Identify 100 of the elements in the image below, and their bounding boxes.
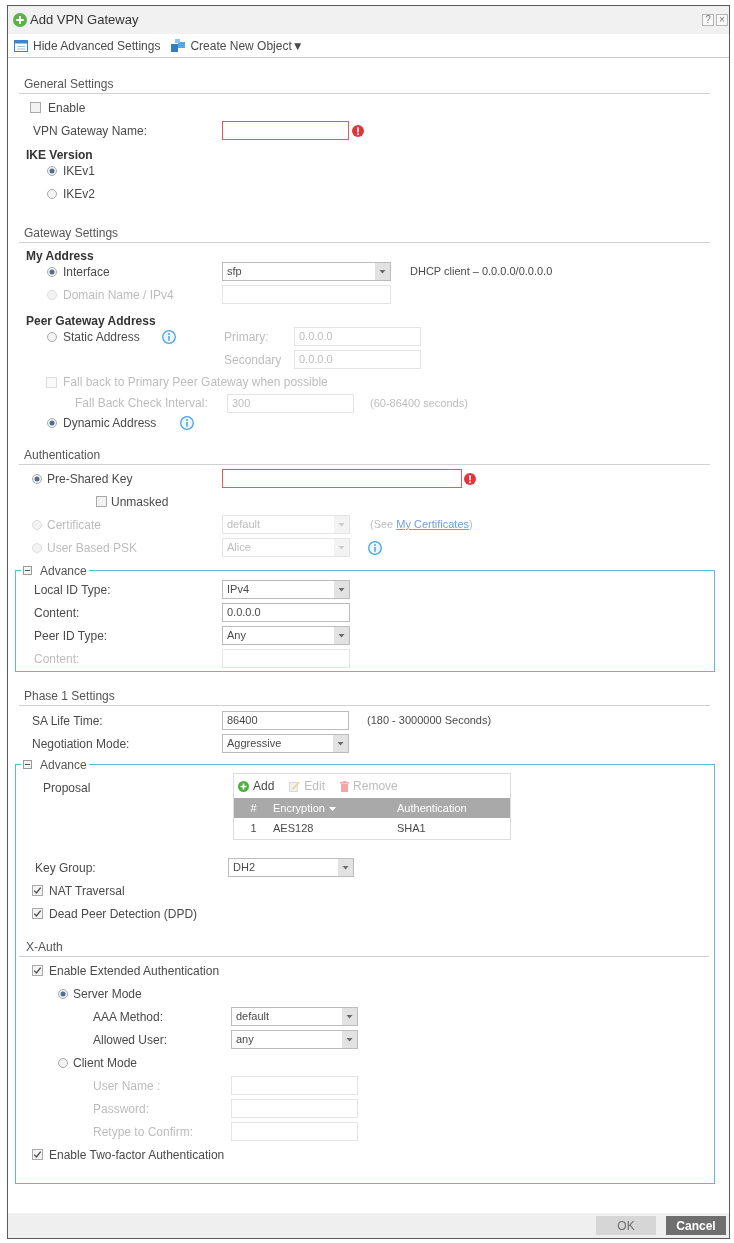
help-button[interactable]: ? [702,14,714,26]
section-heading: X-Auth [26,938,63,956]
table-cell: AES128 [273,818,397,839]
radio-button[interactable] [47,165,57,176]
input-field[interactable] [222,121,349,140]
plus-circle-icon [238,780,249,792]
field-label: Key Group: [35,859,96,877]
input-field[interactable] [222,469,462,488]
plus-circle-icon [13,13,27,27]
field-label: VPN Gateway Name: [33,122,148,140]
field-label: User Name : [93,1077,161,1095]
radio-button[interactable] [58,988,68,999]
minus-box-icon[interactable] [23,566,32,575]
field-label: SA Life Time: [32,712,103,730]
dropdown-field[interactable]: Any [222,626,350,645]
field-label: Secondary [224,351,282,369]
checkbox[interactable] [96,496,107,507]
info-icon[interactable] [162,329,176,344]
radio-button[interactable] [58,1057,68,1068]
error-icon [464,472,476,485]
checkbox-label: Unmasked [111,493,169,511]
hint-text: DHCP client – 0.0.0.0/0.0.0.0 [410,264,553,280]
hint-text: (180 - 3000000 Seconds) [367,713,492,729]
hint-text: (60-86400 seconds) [370,395,468,411]
dropdown-field[interactable]: sfp [222,262,391,281]
radio-label: Server Mode [73,985,142,1003]
checkbox[interactable] [32,908,43,919]
checkbox[interactable] [32,1149,43,1160]
column-header[interactable]: Encryption [273,798,397,818]
field-label: Local ID Type: [34,581,111,599]
radio-label: IKEv1 [63,162,95,180]
panel-icon [14,39,28,52]
field-label: Proposal [43,781,91,795]
window-title: Add VPN Gateway [30,11,139,30]
minus-box-icon[interactable] [23,760,32,769]
group-label: Advance [40,563,87,578]
radio-label: Static Address [63,328,140,346]
sort-caret-icon [329,806,336,811]
radio-label: Dynamic Address [63,415,157,432]
checkbox[interactable] [32,885,43,896]
add-button[interactable]: Add [238,777,275,795]
input-field[interactable]: 0.0.0.0 [222,603,350,622]
table-cell: SHA1 [397,818,510,839]
pencil-icon [289,780,301,792]
radio-label: Interface [63,263,110,281]
checkbox-label: Enable Extended Authentication [49,962,220,980]
certificate-hint: (See My Certificates) [370,517,473,533]
dropdown-field[interactable]: any [231,1030,358,1049]
dropdown-field[interactable]: IPv4 [222,580,350,599]
group-label: Advance [40,757,87,772]
table-cell: 1 [234,818,273,839]
radio-label: Certificate [47,516,102,534]
checkbox[interactable] [30,102,41,113]
input-field[interactable]: 86400 [222,711,349,730]
dropdown-field[interactable]: Aggressive [222,734,349,753]
group-heading: IKE Version [26,149,93,161]
close-button[interactable]: × [716,14,728,26]
field-label: Negotiation Mode: [32,735,130,753]
radio-button[interactable] [47,331,57,342]
field-label: Password: [93,1100,150,1118]
create-new-object-menu[interactable]: Create New Object▼ [171,36,304,55]
radio-label: IKEv2 [63,185,95,203]
checkbox-label: NAT Traversal [49,882,125,900]
radio-label: Client Mode [73,1054,138,1072]
field-label: Content: [34,650,80,668]
checkbox-label: Dead Peer Detection (DPD) [49,905,198,923]
field-label: Content: [34,604,80,622]
radio-label: Pre-Shared Key [47,470,133,488]
field-label: AAA Method: [93,1008,164,1026]
checkbox-label: Fall back to Primary Peer Gateway when possible [63,374,328,391]
checkbox-label: Enable Two-factor Authentication [49,1146,225,1164]
checkbox[interactable] [32,965,43,976]
column-header[interactable]: # [234,798,273,818]
group-heading: Peer Gateway Address [26,315,156,327]
field-label: Retype to Confirm: [93,1123,194,1141]
radio-button[interactable] [47,266,57,277]
checkbox-label: Enable [48,99,86,117]
error-icon [352,124,364,137]
radio-label: Domain Name / IPv4 [63,286,174,304]
column-header[interactable]: Authentication [397,798,510,818]
dropdown-field[interactable]: DH2 [228,858,354,877]
trash-icon [340,780,350,792]
field-label: Allowed User: [93,1031,168,1049]
radio-button[interactable] [47,188,57,199]
info-icon[interactable] [180,416,194,430]
field-label: Peer ID Type: [34,627,108,645]
section-heading: General Settings [24,75,114,93]
radio-label: User Based PSK [47,539,138,557]
section-heading: Gateway Settings [24,224,119,242]
radio-button[interactable] [47,418,57,428]
section-heading: Authentication [24,446,101,464]
cancel-button[interactable]: Cancel [666,1216,726,1235]
hide-advanced-settings-button[interactable]: Hide Advanced Settings [14,36,161,55]
group-heading: My Address [26,250,94,262]
section-heading: Phase 1 Settings [24,687,115,705]
field-label: Fall Back Check Interval: [75,395,208,412]
blocks-icon [171,39,186,52]
field-label: Primary: [224,328,269,346]
dropdown-field[interactable]: default [231,1007,358,1026]
radio-button[interactable] [32,473,42,484]
